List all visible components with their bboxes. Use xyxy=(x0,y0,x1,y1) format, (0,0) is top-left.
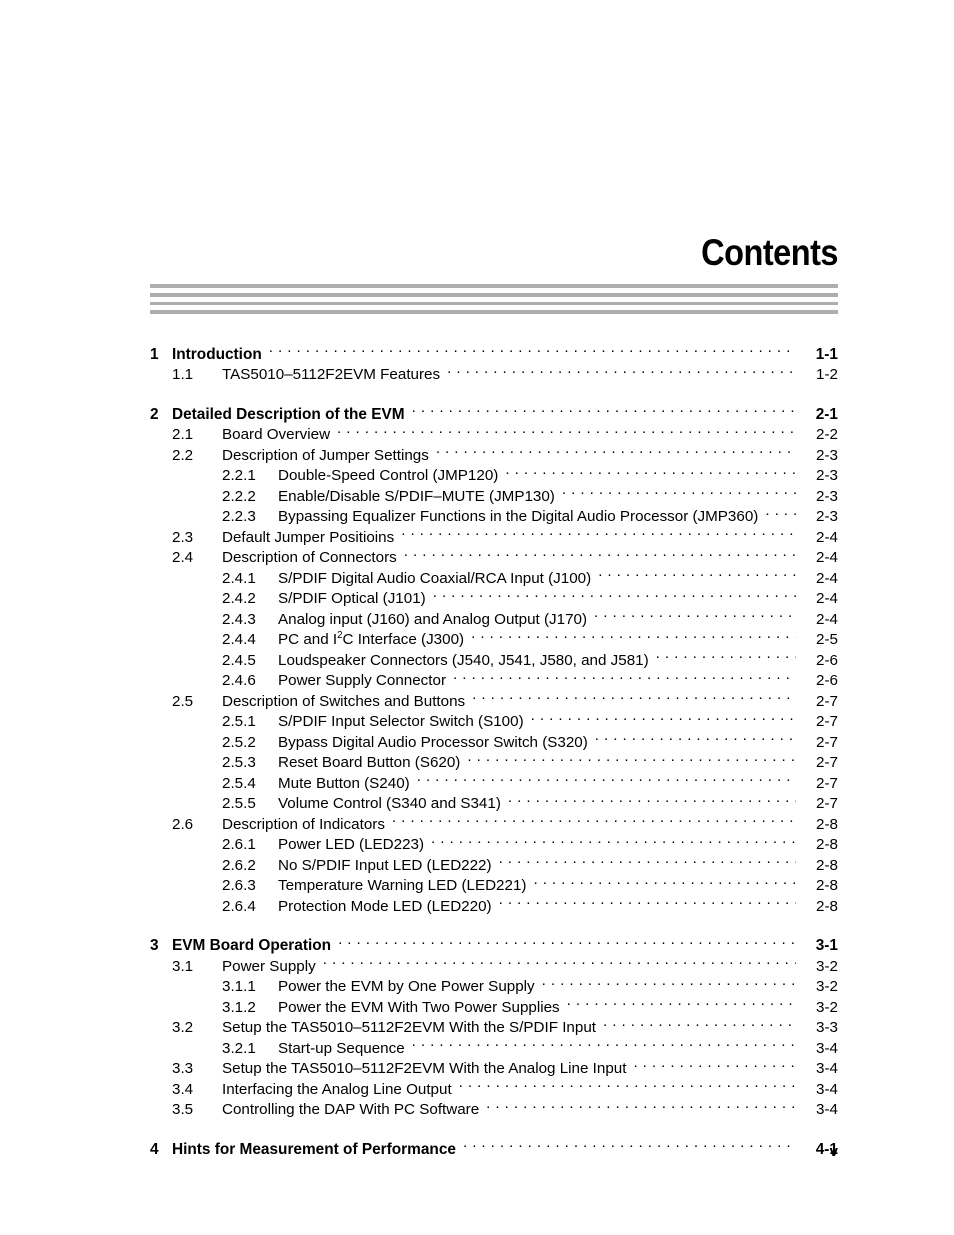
toc-leader-dots xyxy=(499,849,796,870)
toc-entry[interactable]: 3.4Interfacing the Analog Line Output3-4 xyxy=(150,1073,838,1098)
toc-leader-dots xyxy=(338,930,796,951)
toc-entry[interactable]: 3.3 Setup the TAS5010–5112F2EVM With the … xyxy=(150,1053,838,1078)
toc-page: Contents 1Introduction1-1 1.1 TAS5010–5112… xyxy=(0,0,954,1235)
toc-entry[interactable]: 2.4.6Power Supply Connector2-6 xyxy=(150,665,838,690)
toc-leader-dots xyxy=(323,950,796,971)
decorative-rule-block xyxy=(150,284,838,314)
toc-entry[interactable]: 2.6.2No S/PDIF Input LED (LED222)2-8 xyxy=(150,849,838,874)
toc-entry-page: 1-2 xyxy=(816,366,838,383)
toc-leader-dots xyxy=(471,624,796,645)
toc-entry-title: TAS5010–5112F2EVM Features xyxy=(222,366,441,383)
page-number: v xyxy=(829,1143,838,1160)
toc-leader-dots xyxy=(508,788,796,809)
toc-entry[interactable]: 2.4.3 Analog input (J160) and Analog Outp… xyxy=(150,603,838,628)
toc-entry[interactable]: 2.5Description of Switches and Buttons2-… xyxy=(150,685,838,710)
toc-entry[interactable]: 2.2.2 Enable/Disable S/PDIF–MUTE (JMP130)… xyxy=(150,480,838,505)
toc-entry[interactable]: 2.5.1 S/PDIF Input Selector Switch (S100)… xyxy=(150,706,838,731)
toc-leader-dots xyxy=(404,542,796,563)
toc-entry[interactable]: 3.5 Controlling the DAP With PC Software 3… xyxy=(150,1094,838,1119)
toc-leader-dots xyxy=(417,767,796,788)
toc-leader-dots xyxy=(472,685,796,706)
rule-bar-1 xyxy=(150,284,838,288)
toc-entry[interactable]: 3.2 Setup the TAS5010–5112F2EVM With the … xyxy=(150,1012,838,1037)
toc-entry-number: 2.6.4 xyxy=(222,897,256,915)
toc-leader-dots xyxy=(656,644,796,665)
toc-entry[interactable]: 3.1.1Power the EVM by One Power Supply3-… xyxy=(150,971,838,996)
toc-leader-dots xyxy=(531,706,796,727)
toc-entry[interactable]: 2.6.3Temperature Warning LED (LED221)2-8 xyxy=(150,870,838,895)
toc-entry[interactable]: 2.2Description of Jumper Settings2-3 xyxy=(150,439,838,464)
toc-leader-dots xyxy=(567,991,796,1012)
toc-leader-dots xyxy=(412,398,796,419)
toc-leader-dots xyxy=(269,338,796,359)
toc-leader-dots xyxy=(542,971,796,992)
toc-leader-dots xyxy=(633,1053,796,1074)
toc-entry-title: Controlling the DAP With PC Software xyxy=(222,1101,480,1118)
toc-leader-dots xyxy=(595,726,796,747)
toc-entry[interactable]: 2.4.5 Loudspeaker Connectors (J540, J541,… xyxy=(150,644,838,669)
toc-leader-dots xyxy=(392,808,796,829)
toc-entry[interactable]: 3EVM Board Operation3-1 xyxy=(150,930,838,955)
toc-entry-page: 2-8 xyxy=(816,897,838,915)
toc-leader-dots xyxy=(603,1012,796,1033)
toc-entry[interactable]: 2.5.2 Bypass Digital Audio Processor Swit… xyxy=(150,726,838,751)
toc-leader-dots xyxy=(433,583,796,604)
toc-leader-dots xyxy=(431,829,796,850)
toc-leader-dots xyxy=(594,603,796,624)
toc-entry[interactable]: 2.4.4PC and I2C Interface (J300)2-5 xyxy=(150,624,838,649)
toc-entry[interactable]: 3.2.1Start-up Sequence3-4 xyxy=(150,1032,838,1057)
toc-leader-dots xyxy=(401,521,796,542)
toc-entry[interactable]: 2.4Description of Connectors2-4 xyxy=(150,542,838,567)
toc-entry[interactable]: 3.1.2 Power the EVM With Two Power Suppli… xyxy=(150,991,838,1016)
toc-leader-dots xyxy=(337,419,796,440)
toc-entry[interactable]: 2.6.1Power LED (LED223)2-8 xyxy=(150,829,838,854)
toc-entry-number: 3.5 xyxy=(172,1101,194,1118)
toc-leader-dots xyxy=(598,562,796,583)
rule-bar-2 xyxy=(150,293,838,297)
toc-entry[interactable]: 2.5.4Mute Button (S240)2-7 xyxy=(150,767,838,792)
toc-entry[interactable]: 3.1Power Supply3-2 xyxy=(150,950,838,975)
table-of-contents: 1Introduction1-1 1.1 TAS5010–5112F2EVM Fea… xyxy=(150,338,838,1158)
toc-leader-dots xyxy=(459,1073,796,1094)
toc-entry[interactable]: 2.2.3 Bypassing Equalizer Functions in th… xyxy=(150,501,838,526)
toc-entry[interactable]: 2.4.1 S/PDIF Digital Audio Coaxial/RCA In… xyxy=(150,562,838,587)
toc-entry-page: 3-4 xyxy=(816,1101,838,1118)
toc-leader-dots xyxy=(562,480,796,501)
toc-leader-dots xyxy=(467,747,796,768)
toc-leader-dots xyxy=(505,460,796,481)
toc-entry[interactable]: 1Introduction1-1 xyxy=(150,338,838,363)
toc-entry[interactable]: 2.4.2S/PDIF Optical (J101)2-4 xyxy=(150,583,838,608)
toc-leader-dots xyxy=(499,890,796,911)
toc-entry[interactable]: 2.2.1Double-Speed Control (JMP120)2-3 xyxy=(150,460,838,485)
toc-leader-dots xyxy=(453,665,796,686)
toc-leader-dots xyxy=(486,1094,796,1115)
toc-entry[interactable]: 2.5.3Reset Board Button (S620)2-7 xyxy=(150,747,838,772)
toc-leader-dots xyxy=(765,501,796,522)
toc-leader-dots xyxy=(436,439,796,460)
toc-leader-dots xyxy=(412,1032,796,1053)
toc-entry[interactable]: 2.3Default Jumper Positioins2-4 xyxy=(150,521,838,546)
toc-entry[interactable]: 2.5.5Volume Control (S340 and S341)2-7 xyxy=(150,788,838,813)
toc-entry[interactable]: 2.1Board Overview2-2 xyxy=(150,419,838,444)
toc-entry[interactable]: 2.6Description of Indicators2-8 xyxy=(150,808,838,833)
toc-leader-dots xyxy=(533,870,796,891)
page-title: Contents xyxy=(701,232,838,273)
toc-entry-title: Protection Mode LED (LED220) xyxy=(278,897,492,915)
toc-entry[interactable]: 2.6.4 Protection Mode LED (LED220) 2-8 xyxy=(150,890,838,915)
toc-entry[interactable]: 2Detailed Description of the EVM2-1 xyxy=(150,398,838,423)
toc-entry-number: 1.1 xyxy=(172,366,194,383)
toc-leader-dots xyxy=(447,359,796,380)
rule-bar-4 xyxy=(150,310,838,314)
rule-bar-3 xyxy=(150,302,838,305)
toc-entry[interactable]: 1.1 TAS5010–5112F2EVM Features 1-2 xyxy=(150,359,838,384)
